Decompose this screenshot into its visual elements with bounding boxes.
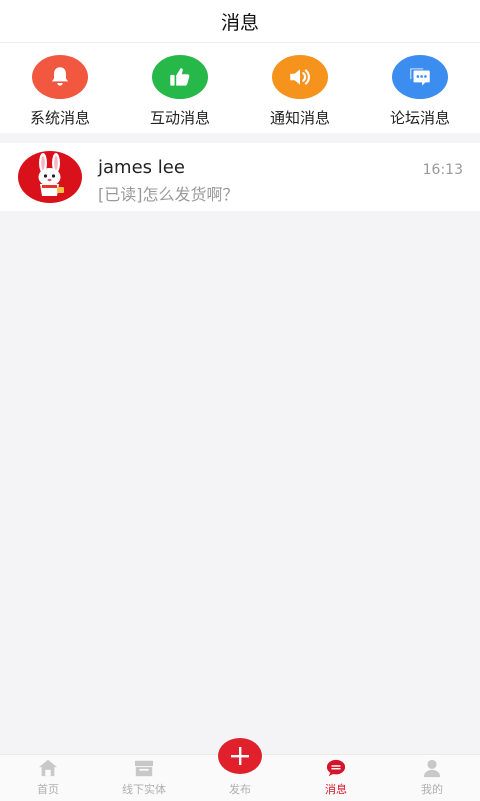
thumbs-up-icon — [152, 55, 208, 99]
store-icon — [131, 757, 157, 779]
category-label: 互动消息 — [149, 109, 210, 127]
section-divider — [0, 133, 480, 143]
category-forum[interactable]: 论坛消息 — [360, 43, 480, 133]
category-label: 系统消息 — [29, 109, 90, 127]
speaker-icon — [272, 55, 328, 99]
message-time: 16:13 — [422, 162, 463, 178]
category-interaction[interactable]: 互动消息 — [120, 43, 240, 133]
tab-label: 线下实体 — [122, 783, 166, 796]
tab-home[interactable]: 首页 — [0, 755, 96, 801]
category-label: 通知消息 — [269, 109, 330, 127]
tab-label: 发布 — [229, 783, 251, 796]
rabbit-avatar — [18, 151, 82, 203]
conversation-item[interactable]: james lee [已读]怎么发货啊？ 16:13 — [0, 143, 480, 211]
category-label: 论坛消息 — [389, 109, 450, 127]
tab-offline-store[interactable]: 线下实体 — [96, 755, 192, 801]
message-icon — [323, 757, 349, 779]
page-title: 消息 — [220, 11, 259, 34]
chat-bubbles-icon — [392, 55, 448, 99]
category-notice[interactable]: 通知消息 — [240, 43, 360, 133]
message-categories: 系统消息 互动消息 通知消息 论坛消息 — [0, 43, 480, 133]
bell-icon — [32, 55, 88, 99]
category-system[interactable]: 系统消息 — [0, 43, 120, 133]
tab-messages[interactable]: 消息 — [288, 755, 384, 801]
plus-icon — [231, 747, 249, 765]
tab-mine[interactable]: 我的 — [384, 755, 480, 801]
tab-label: 我的 — [421, 783, 443, 796]
header-bar: 消息 — [0, 0, 480, 43]
message-preview: [已读]怎么发货啊？ — [98, 185, 239, 204]
publish-button[interactable] — [218, 738, 262, 774]
home-icon — [35, 757, 61, 779]
tab-label: 消息 — [325, 783, 347, 796]
contact-name: james lee — [98, 157, 185, 178]
tab-label: 首页 — [37, 783, 59, 796]
user-icon — [419, 757, 445, 779]
